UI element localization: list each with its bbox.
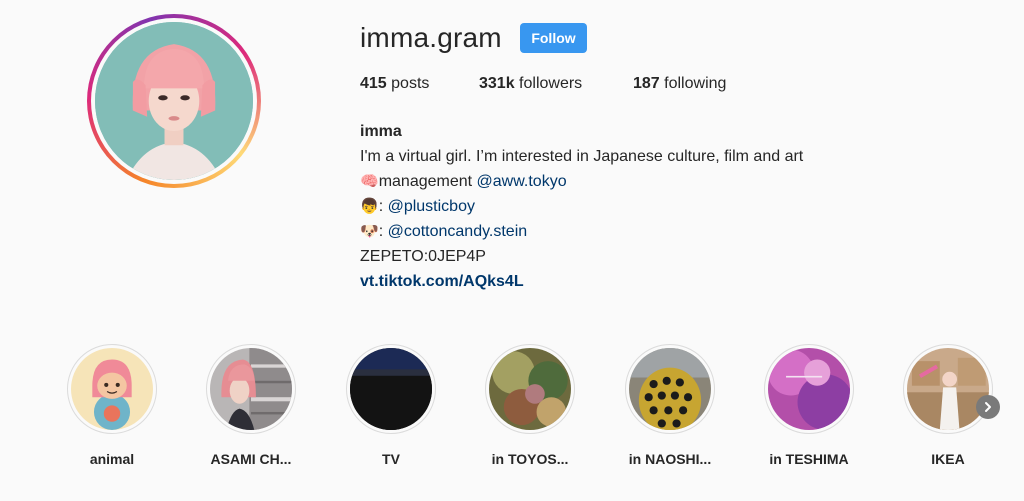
stat-followers[interactable]: 331k followers [479, 75, 582, 93]
mention-cottoncandy-stein[interactable]: @cottoncandy.stein [388, 223, 528, 240]
bio-external-link[interactable]: vt.tiktok.com/AQks4L [360, 273, 524, 290]
highlight-item[interactable]: in TOYOS... [480, 344, 580, 467]
bio-line-boy: 👦: @plusticboy [360, 194, 803, 219]
highlight-ring [764, 344, 854, 434]
highlight-cover [629, 348, 711, 430]
highlight-cover [489, 348, 571, 430]
highlight-label: animal [89, 451, 135, 467]
highlights-next-button[interactable] [976, 395, 1000, 419]
boy-icon: 👦 [360, 197, 379, 215]
following-count: 187 [633, 75, 660, 92]
bio-line-description: I'm a virtual girl. I’m interested in Ja… [360, 148, 804, 165]
highlight-label: IKEA [931, 451, 965, 467]
follow-button[interactable]: Follow [520, 23, 587, 53]
profile-avatar-image [95, 22, 253, 180]
highlight-label: TV [382, 451, 400, 467]
followers-label: followers [519, 75, 583, 92]
highlight-label: in TOYOS... [491, 451, 569, 467]
highlight-label: ASAMI CH... [210, 451, 292, 467]
highlight-cover [768, 348, 850, 430]
chevron-right-icon [985, 402, 991, 412]
mention-plusticboy[interactable]: @plusticboy [388, 198, 475, 215]
profile-avatar-gap [91, 18, 257, 184]
bio-line-zepeto: ZEPETO:0JEP4P [360, 248, 486, 265]
following-label: following [664, 75, 727, 92]
highlight-ring [67, 344, 157, 434]
posts-count: 415 [360, 75, 387, 92]
mention-aww-tokyo[interactable]: @aww.tokyo [477, 173, 567, 190]
highlight-cover [907, 348, 989, 430]
highlight-label: in TESHIMA [769, 451, 849, 467]
profile-avatar-ring[interactable] [87, 14, 261, 188]
highlight-cover [350, 348, 432, 430]
profile-avatar[interactable] [95, 22, 253, 180]
bio-line-management: 🧠management @aww.tokyo [360, 169, 803, 194]
bio-management-text: management [378, 173, 477, 190]
bio-line-dog: 🐶: @cottoncandy.stein [360, 219, 803, 244]
followers-count: 331k [479, 75, 515, 92]
highlight-item[interactable]: ASAMI CH... [201, 344, 301, 467]
highlight-ring [625, 344, 715, 434]
highlight-ring [206, 344, 296, 434]
highlight-ring [485, 344, 575, 434]
highlight-ring [346, 344, 436, 434]
highlight-item[interactable]: TV [341, 344, 441, 467]
highlight-item[interactable]: in NAOSHI... [620, 344, 720, 467]
posts-label: posts [391, 75, 430, 92]
highlight-ring [903, 344, 993, 434]
bio-name: imma [360, 123, 402, 140]
highlight-cover [210, 348, 292, 430]
highlight-cover [71, 348, 153, 430]
highlight-item[interactable]: animal [62, 344, 162, 467]
highlight-item[interactable]: in TESHIMA [759, 344, 859, 467]
bio-dog-separator: : [378, 223, 388, 240]
bio-boy-separator: : [378, 198, 388, 215]
highlight-label: in NAOSHI... [628, 451, 712, 467]
profile-username: imma.gram [360, 22, 502, 53]
profile-bio: imma I'm a virtual girl. I’m interested … [360, 119, 803, 294]
brain-icon: 🧠 [360, 172, 379, 190]
stat-following[interactable]: 187 following [633, 75, 726, 93]
dog-icon: 🐶 [360, 222, 379, 240]
stat-posts: 415 posts [360, 75, 429, 93]
